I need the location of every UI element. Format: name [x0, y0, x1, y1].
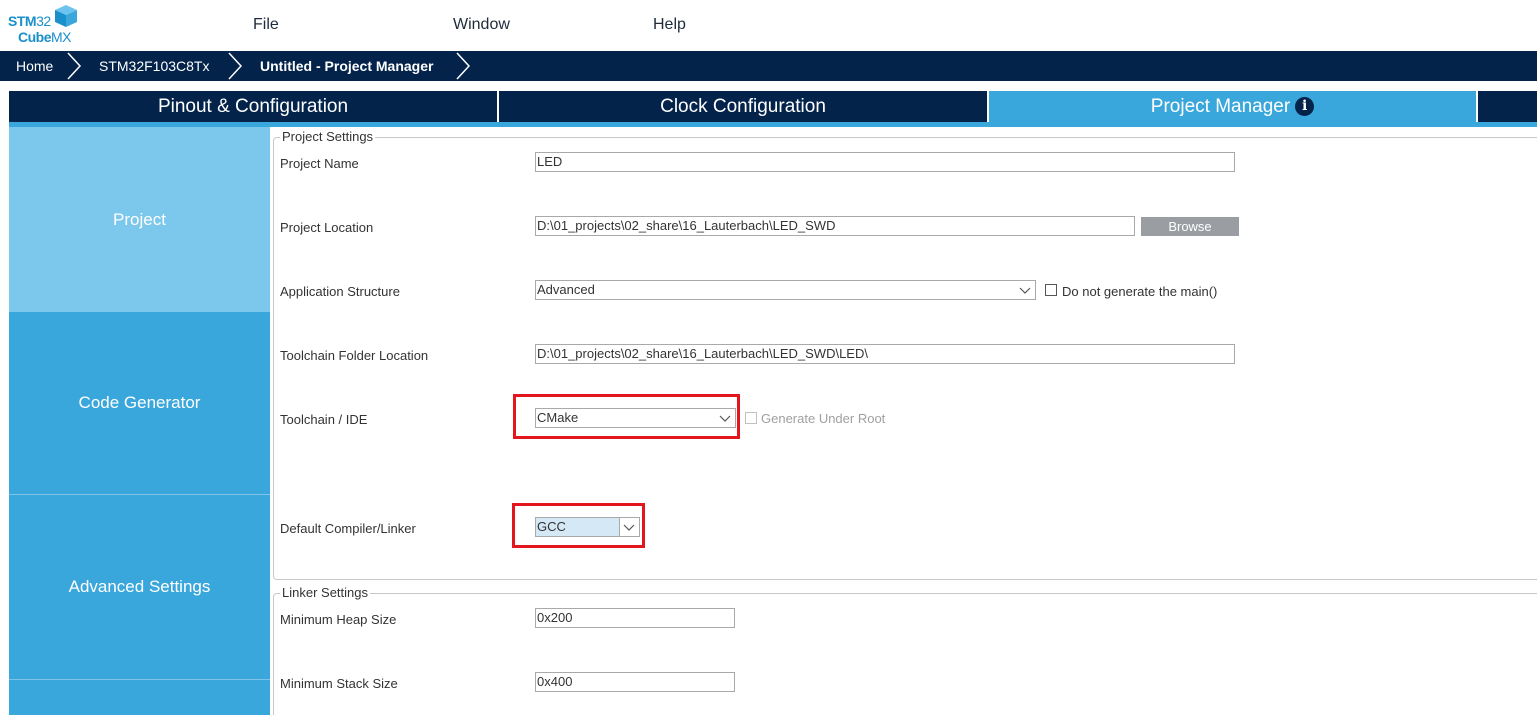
linker-settings-legend: Linker Settings	[280, 585, 370, 600]
project-settings-legend: Project Settings	[280, 129, 376, 144]
application-structure-select[interactable]: Advanced	[535, 280, 1036, 300]
chevron-right-icon	[456, 52, 471, 80]
project-settings-panel: Project Settings Project Name LED Projec…	[270, 127, 1537, 715]
menu-help[interactable]: Help	[653, 16, 686, 34]
tab-project-manager[interactable]: Project Manager i	[989, 91, 1476, 122]
breadcrumb-home[interactable]: Home	[16, 51, 53, 81]
menu-bar: STM32 CubeMX File Window Help	[0, 0, 1537, 51]
linker-settings-group: Linker Settings	[273, 585, 1537, 715]
minimum-stack-size-input[interactable]: 0x400	[535, 672, 735, 692]
project-name-input[interactable]: LED	[535, 152, 1235, 172]
do-not-generate-main-label: Do not generate the main()	[1062, 284, 1218, 299]
stm32cubemx-logo: STM32 CubeMX	[8, 4, 80, 46]
info-icon[interactable]: i	[1295, 97, 1315, 116]
minimum-heap-size-label: Minimum Heap Size	[280, 612, 397, 627]
breadcrumb: Home STM32F103C8Tx Untitled - Project Ma…	[0, 51, 1537, 81]
toolchain-highlight-box	[513, 394, 740, 439]
tab-clock-configuration[interactable]: Clock Configuration	[499, 91, 987, 122]
tab-divider	[1476, 91, 1478, 122]
logo-text-cubemx: CubeMX	[18, 29, 72, 45]
sidenav-item-code-generator[interactable]: Code Generator	[9, 312, 270, 494]
project-location-input[interactable]: D:\01_projects\02_share\16_Lauterbach\LE…	[535, 216, 1135, 236]
application-structure-label: Application Structure	[280, 284, 400, 299]
do-not-generate-main-checkbox[interactable]	[1045, 284, 1057, 296]
generate-under-root-label: Generate Under Root	[761, 411, 886, 426]
minimum-heap-size-input[interactable]: 0x200	[535, 608, 735, 628]
breadcrumb-project[interactable]: Untitled - Project Manager	[260, 51, 433, 81]
browse-button[interactable]: Browse	[1141, 217, 1239, 236]
chevron-down-icon	[1019, 287, 1031, 294]
menu-window[interactable]: Window	[453, 16, 510, 34]
menu-file[interactable]: File	[253, 16, 279, 34]
main-tabs: Pinout & Configuration Clock Configurati…	[9, 91, 1537, 127]
project-name-label: Project Name	[280, 156, 359, 171]
sidenav-item-advanced-settings[interactable]: Advanced Settings	[9, 495, 270, 679]
chevron-right-icon	[67, 52, 82, 80]
logo-text-stm32: STM32	[8, 13, 51, 29]
toolchain-ide-label: Toolchain / IDE	[280, 412, 368, 427]
generate-under-root-checkbox[interactable]	[745, 412, 757, 424]
project-manager-sidenav: Project Code Generator Advanced Settings	[9, 127, 270, 715]
toolchain-folder-location-input[interactable]: D:\01_projects\02_share\16_Lauterbach\LE…	[535, 344, 1235, 364]
tab-pinout-configuration[interactable]: Pinout & Configuration	[9, 91, 497, 122]
minimum-stack-size-label: Minimum Stack Size	[280, 676, 398, 691]
tab-project-manager-label: Project Manager	[1150, 96, 1291, 117]
sidenav-item-project[interactable]: Project	[9, 127, 270, 312]
sidenav-divider	[9, 679, 270, 680]
toolchain-folder-location-label: Toolchain Folder Location	[280, 348, 429, 363]
default-compiler-linker-label: Default Compiler/Linker	[280, 521, 416, 536]
compiler-highlight-box	[512, 503, 645, 548]
application-structure-value: Advanced	[537, 282, 595, 297]
cube-icon	[55, 5, 77, 27]
project-location-label: Project Location	[280, 220, 374, 235]
breadcrumb-device[interactable]: STM32F103C8Tx	[99, 51, 209, 81]
cubemx-window: STM32 CubeMX File Window Help Home STM32…	[0, 0, 1537, 715]
chevron-right-icon	[228, 52, 243, 80]
